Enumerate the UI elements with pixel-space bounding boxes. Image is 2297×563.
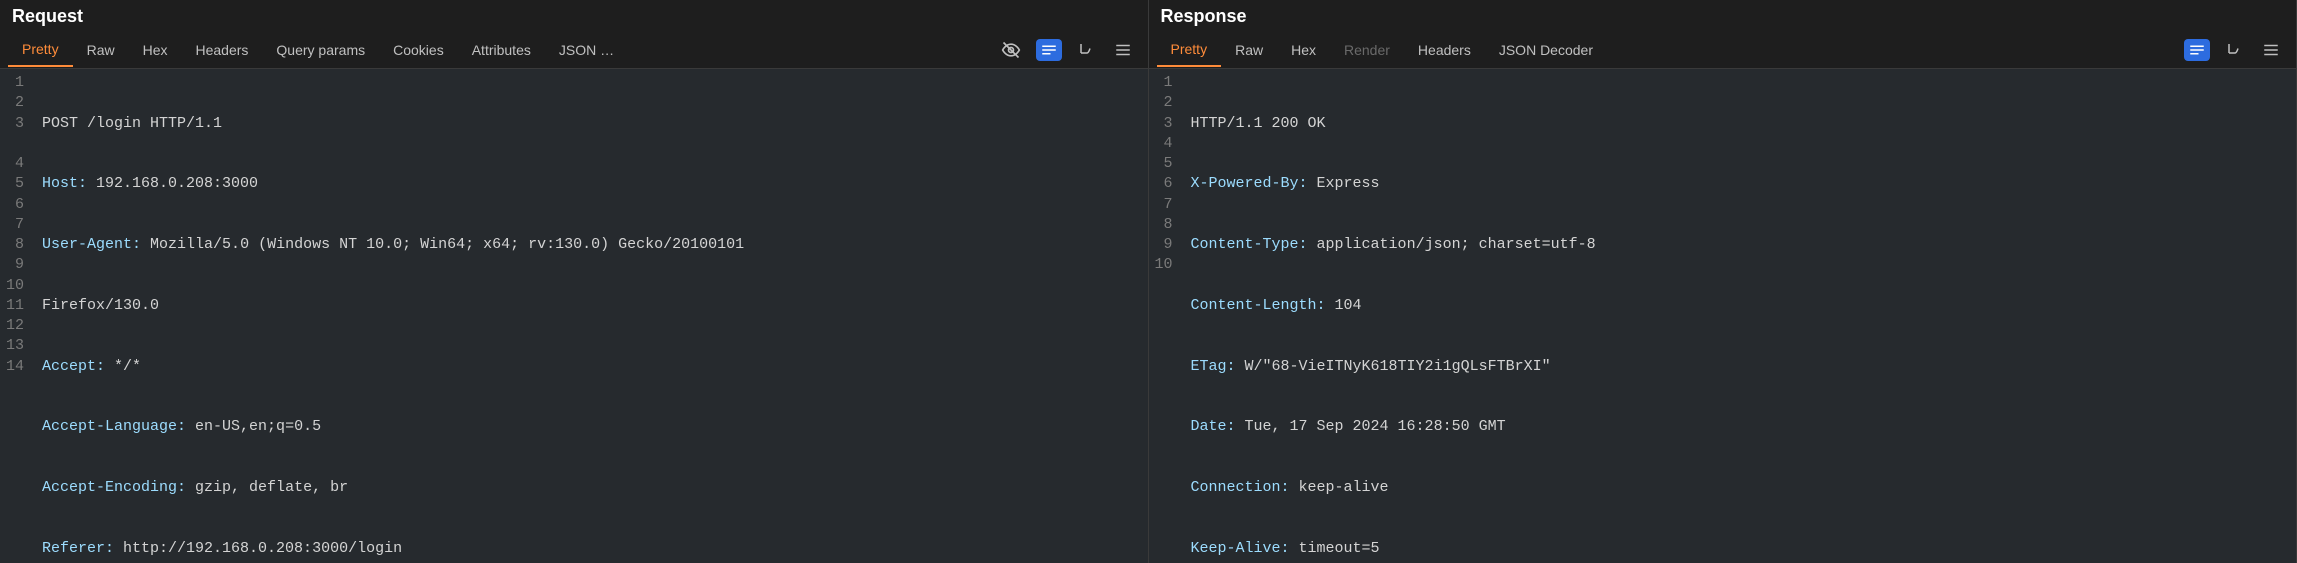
tab-render[interactable]: Render <box>1330 34 1404 66</box>
header-value: gzip, deflate, br <box>186 479 348 496</box>
header-name: Content-Type: <box>1191 236 1308 253</box>
request-toolbar-icons <box>1000 39 1140 61</box>
header-value-cont: Firefox/130.0 <box>42 297 159 314</box>
newline-icon[interactable] <box>2224 39 2246 61</box>
response-tabs: Pretty Raw Hex Render Headers JSON Decod… <box>1157 33 2185 67</box>
response-tabbar: Pretty Raw Hex Render Headers JSON Decod… <box>1149 31 2297 69</box>
tab-hex[interactable]: Hex <box>1277 34 1330 66</box>
text-mode-icon[interactable] <box>2184 39 2210 61</box>
tab-attributes[interactable]: Attributes <box>458 34 545 66</box>
response-panel: Response Pretty Raw Hex Render Headers J… <box>1149 0 2297 563</box>
response-title: Response <box>1149 0 2297 31</box>
response-toolbar-icons <box>2184 39 2288 61</box>
request-panel: Request Pretty Raw Hex Headers Query par… <box>0 0 1149 563</box>
header-value: http://192.168.0.208:3000/login <box>114 540 402 557</box>
header-name: User-Agent: <box>42 236 141 253</box>
header-value: W/"68-VieITNyK618TIY2i1gQLsFTBrXI" <box>1236 358 1551 375</box>
tab-hex[interactable]: Hex <box>129 34 182 66</box>
header-value: en-US,en;q=0.5 <box>186 418 321 435</box>
header-value: Tue, 17 Sep 2024 16:28:50 GMT <box>1236 418 1506 435</box>
tab-pretty[interactable]: Pretty <box>1157 33 1222 67</box>
response-editor[interactable]: 12345678910 HTTP/1.1 200 OK X-Powered-By… <box>1149 69 2297 563</box>
response-gutter: 12345678910 <box>1149 69 1183 563</box>
header-name: Accept-Encoding: <box>42 479 186 496</box>
tab-json-decoder[interactable]: JSON Decoder <box>1485 34 1607 66</box>
header-value: 104 <box>1326 297 1362 314</box>
header-value: Mozilla/5.0 (Windows NT 10.0; Win64; x64… <box>141 236 753 253</box>
header-value: timeout=5 <box>1290 540 1380 557</box>
request-gutter: 1234567891011121314 <box>0 69 34 563</box>
header-name: Date: <box>1191 418 1236 435</box>
header-value: Express <box>1308 175 1380 192</box>
header-name: Referer: <box>42 540 114 557</box>
hamburger-icon[interactable] <box>1112 39 1134 61</box>
response-code[interactable]: HTTP/1.1 200 OK X-Powered-By: Express Co… <box>1183 69 2296 563</box>
text-mode-icon[interactable] <box>1036 39 1062 61</box>
request-tabs: Pretty Raw Hex Headers Query params Cook… <box>8 33 1000 67</box>
tab-headers[interactable]: Headers <box>182 34 263 66</box>
header-name: ETag: <box>1191 358 1236 375</box>
tab-raw[interactable]: Raw <box>1221 34 1277 66</box>
header-value: application/json; charset=utf-8 <box>1308 236 1596 253</box>
newline-icon[interactable] <box>1076 39 1098 61</box>
header-name: Host: <box>42 175 87 192</box>
header-value: */* <box>105 358 141 375</box>
status-line: HTTP/1.1 200 OK <box>1191 115 1326 132</box>
hamburger-icon[interactable] <box>2260 39 2282 61</box>
tab-raw[interactable]: Raw <box>73 34 129 66</box>
tab-json[interactable]: JSON … <box>545 34 628 66</box>
request-editor[interactable]: 1234567891011121314 POST /login HTTP/1.1… <box>0 69 1148 563</box>
eye-off-icon[interactable] <box>1000 39 1022 61</box>
tab-pretty[interactable]: Pretty <box>8 33 73 67</box>
request-code[interactable]: POST /login HTTP/1.1 Host: 192.168.0.208… <box>34 69 1147 563</box>
header-name: Accept: <box>42 358 105 375</box>
header-value: keep-alive <box>1290 479 1389 496</box>
tab-query-params[interactable]: Query params <box>262 34 379 66</box>
header-name: Content-Length: <box>1191 297 1326 314</box>
header-value: 192.168.0.208:3000 <box>87 175 258 192</box>
request-tabbar: Pretty Raw Hex Headers Query params Cook… <box>0 31 1148 69</box>
header-name: X-Powered-By: <box>1191 175 1308 192</box>
header-name: Connection: <box>1191 479 1290 496</box>
tab-cookies[interactable]: Cookies <box>379 34 458 66</box>
request-line: POST /login HTTP/1.1 <box>42 115 222 132</box>
header-name: Keep-Alive: <box>1191 540 1290 557</box>
header-name: Accept-Language: <box>42 418 186 435</box>
request-title: Request <box>0 0 1148 31</box>
tab-headers[interactable]: Headers <box>1404 34 1485 66</box>
